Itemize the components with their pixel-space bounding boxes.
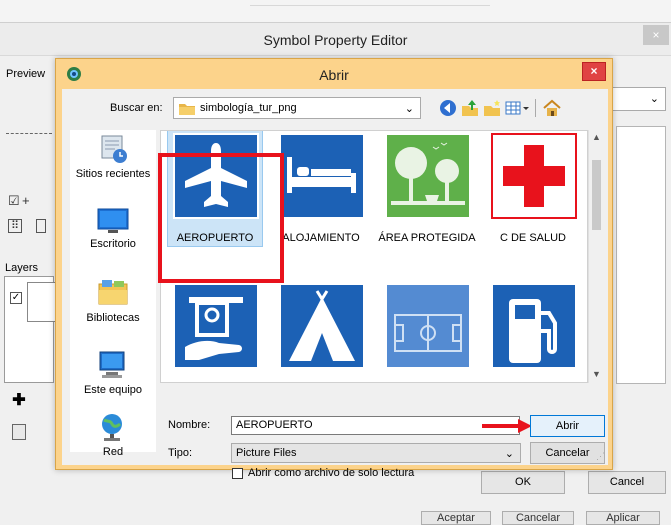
file-item-alojamiento[interactable]: ALOJAMIENTO bbox=[269, 131, 373, 254]
new-folder-icon[interactable] bbox=[482, 98, 502, 118]
chevron-down-icon: ⌄ bbox=[649, 93, 659, 105]
grid-icon[interactable]: ⠿ bbox=[8, 219, 22, 233]
dialog-title: Abrir bbox=[319, 67, 349, 83]
file-item-atm[interactable] bbox=[163, 279, 267, 382]
network-icon bbox=[102, 414, 122, 441]
copy-layer-icon[interactable] bbox=[12, 424, 26, 440]
layers-label: Layers bbox=[5, 262, 39, 274]
this-pc-icon bbox=[99, 351, 125, 378]
editor-ok-button[interactable]: OK bbox=[481, 471, 565, 494]
recent-places-icon bbox=[101, 135, 127, 163]
place-network[interactable]: Red bbox=[70, 412, 156, 458]
file-type-value: Picture Files bbox=[236, 447, 297, 459]
file-item-c-de-salud[interactable]: C DE SALUD bbox=[481, 131, 585, 254]
symbol-property-editor-titlebar: Symbol Property Editor × bbox=[0, 22, 671, 56]
read-only-checkbox[interactable] bbox=[232, 468, 243, 479]
up-folder-icon[interactable] bbox=[460, 98, 480, 118]
place-libraries[interactable]: Bibliotecas bbox=[70, 278, 156, 324]
background-top-strip bbox=[0, 0, 671, 22]
layer-checkbox[interactable]: ✓ bbox=[10, 292, 22, 304]
scroll-down-icon[interactable]: ▼ bbox=[592, 369, 601, 379]
view-menu-icon[interactable] bbox=[504, 98, 530, 118]
place-label: Sitios recientes bbox=[75, 168, 151, 180]
file-label: ÁREA PROTEGIDA bbox=[378, 232, 476, 244]
file-type-dropdown[interactable]: Picture Files ⌄ bbox=[231, 443, 521, 463]
preview-dashed-line bbox=[6, 133, 52, 134]
place-label: Red bbox=[102, 446, 124, 458]
open-file-dialog: Abrir × Buscar en: simbología_tur_png ⌄ bbox=[55, 58, 613, 479]
soccer-field-icon bbox=[385, 283, 471, 369]
unit-dropdown[interactable]: ⌄ bbox=[610, 87, 666, 111]
editor-cancel-button[interactable]: Cancel bbox=[588, 471, 666, 494]
chevron-down-icon: ⌄ bbox=[404, 103, 414, 115]
back-icon[interactable] bbox=[438, 98, 458, 118]
add-icon[interactable]: + bbox=[22, 193, 30, 208]
file-item-soccer-field[interactable] bbox=[375, 279, 479, 382]
add-layer-button[interactable]: ✚ bbox=[11, 393, 27, 409]
cancel-button[interactable]: Cancelar bbox=[530, 442, 605, 464]
file-label: C DE SALUD bbox=[499, 232, 567, 244]
place-label: Este equipo bbox=[83, 384, 143, 396]
grid-icon-2[interactable] bbox=[36, 219, 46, 233]
red-cross-icon bbox=[491, 133, 577, 219]
properties-panel bbox=[616, 126, 666, 384]
file-item-fuel[interactable] bbox=[481, 279, 585, 382]
bed-icon bbox=[279, 133, 365, 219]
layers-list[interactable]: ✓ bbox=[4, 276, 57, 383]
toolbar-separator bbox=[535, 99, 536, 117]
place-label: Escritorio bbox=[90, 238, 136, 250]
checkbox-icon[interactable]: ☑ bbox=[8, 193, 20, 209]
file-name-label: Nombre: bbox=[168, 419, 211, 431]
file-list-scrollbar[interactable]: ▲ ▼ bbox=[588, 130, 602, 383]
file-label: ALOJAMIENTO bbox=[282, 232, 360, 244]
annotation-arrow-icon bbox=[482, 419, 532, 433]
folder-icon bbox=[179, 104, 195, 115]
file-name-input[interactable]: AEROPUERTO bbox=[231, 416, 520, 435]
dialog-content: Buscar en: simbología_tur_png ⌄ Sitios r… bbox=[62, 89, 608, 479]
place-label: Bibliotecas bbox=[86, 312, 140, 324]
symbol-property-editor-title: Symbol Property Editor bbox=[263, 32, 408, 48]
home-icon[interactable] bbox=[542, 98, 562, 118]
atm-icon bbox=[173, 283, 259, 369]
layer-item[interactable] bbox=[27, 282, 57, 322]
fuel-pump-icon bbox=[491, 283, 577, 369]
dialog-titlebar: Abrir × bbox=[56, 59, 612, 89]
desktop-icon bbox=[97, 208, 129, 233]
file-item-area-protegida[interactable]: ÁREA PROTEGIDA bbox=[375, 131, 479, 254]
camping-tent-icon bbox=[279, 283, 365, 369]
look-in-value: simbología_tur_png bbox=[200, 102, 297, 114]
place-desktop[interactable]: Escritorio bbox=[70, 206, 156, 250]
scroll-up-icon[interactable]: ▲ bbox=[592, 132, 601, 142]
scroll-thumb[interactable] bbox=[592, 160, 601, 230]
look-in-label: Buscar en: bbox=[110, 102, 163, 114]
symbol-property-editor-close-button[interactable]: × bbox=[643, 25, 669, 45]
chevron-down-icon: ⌄ bbox=[504, 448, 514, 460]
look-in-dropdown[interactable]: simbología_tur_png ⌄ bbox=[173, 97, 421, 119]
places-sidebar: Sitios recientes Escritorio Bibliotecas bbox=[70, 130, 156, 458]
selection-annotation-frame bbox=[158, 153, 284, 283]
place-this-pc[interactable]: Este equipo bbox=[70, 350, 156, 396]
open-button[interactable]: Abrir bbox=[530, 415, 605, 437]
resize-grip-icon[interactable]: ⋰ bbox=[596, 451, 605, 462]
preview-label: Preview bbox=[6, 68, 46, 80]
file-type-label: Tipo: bbox=[168, 447, 193, 459]
libraries-icon bbox=[98, 280, 128, 305]
read-only-label: Abrir como archivo de solo lectura bbox=[248, 467, 415, 479]
place-recent[interactable]: Sitios recientes bbox=[70, 134, 156, 180]
dialog-close-button[interactable]: × bbox=[582, 62, 606, 81]
protected-area-icon bbox=[385, 133, 471, 219]
file-item-camping[interactable] bbox=[269, 279, 373, 382]
